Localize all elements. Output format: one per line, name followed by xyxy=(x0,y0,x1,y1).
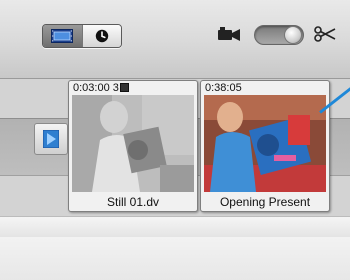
lower-panel xyxy=(0,237,350,280)
clip-name: Still 01.dv xyxy=(106,195,160,209)
view-segmented-control xyxy=(42,24,122,48)
clip-name: Opening Present xyxy=(219,195,311,209)
still-image-icon xyxy=(119,83,129,92)
clock-icon xyxy=(95,29,108,43)
clip-still-01[interactable]: 0:03:00 3 Still 01.dv xyxy=(68,80,198,212)
clip-viewer-scrollbar[interactable] xyxy=(0,216,350,237)
timeline-view-button[interactable] xyxy=(81,25,121,47)
clip-thumbnail xyxy=(204,95,326,192)
scissors-icon xyxy=(314,26,336,42)
imovie-window: 0:03:00 3 Still 01.dv 0:38:05 Opening Pr… xyxy=(0,0,350,280)
playhead-start-tab[interactable] xyxy=(34,123,68,155)
clip-duration: 0:03:00 3 xyxy=(73,82,129,94)
camera-edit-toggle[interactable] xyxy=(254,25,304,45)
camera-icon xyxy=(218,27,240,41)
clip-view-button[interactable] xyxy=(43,25,82,47)
toolbar xyxy=(0,0,350,79)
clip-thumbnail xyxy=(72,95,194,192)
clip-duration: 0:38:05 xyxy=(205,82,242,94)
clip-duration-text: 0:03:00 3 xyxy=(73,82,119,94)
play-triangle-icon xyxy=(43,130,59,148)
clip-opening-present[interactable]: 0:38:05 Opening Present xyxy=(200,80,330,212)
filmstrip-icon xyxy=(51,29,74,43)
toggle-knob[interactable] xyxy=(284,26,302,44)
